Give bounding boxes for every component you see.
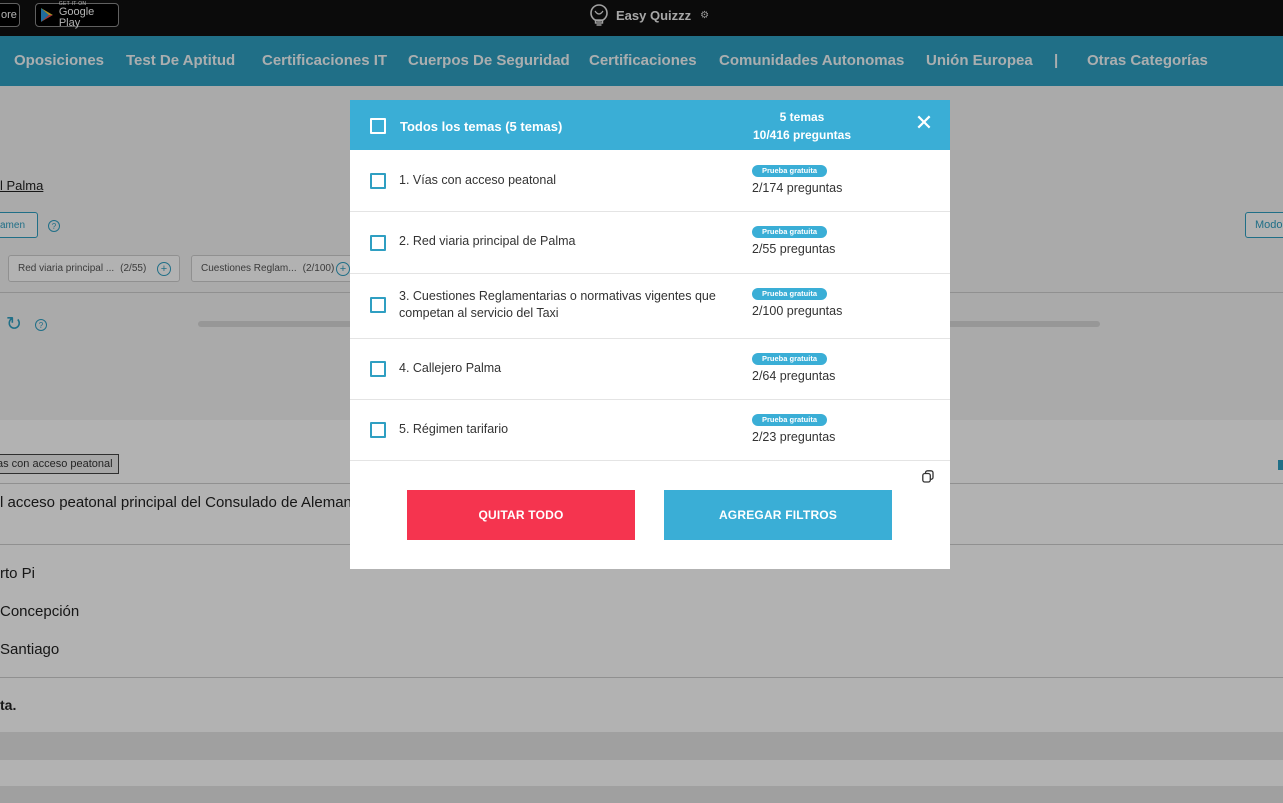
topic-checkbox[interactable] [370,173,386,189]
copy-icon[interactable] [922,470,934,483]
add-filters-button[interactable]: AGREGAR FILTROS [664,490,892,540]
header-temas: 5 temas [779,110,825,124]
topics-filter-modal: Todos los temas (5 temas) 5 temas 10/416… [350,100,950,569]
topic-question-count: 2/23 preguntas [752,430,836,444]
topic-row[interactable]: 5. Régimen tarifario Prueba gratuita 2/2… [350,400,950,461]
topic-question-count: 2/174 preguntas [752,181,843,195]
free-trial-badge: Prueba gratuita [752,353,828,365]
topic-title: 5. Régimen tarifario [399,422,509,436]
topic-row[interactable]: 2. Red viaria principal de Palma Prueba … [350,212,950,274]
free-trial-badge: Prueba gratuita [752,226,828,238]
select-all-label: Todos los temas (5 temas) [400,119,563,134]
topic-title: 2. Red viaria principal de Palma [399,234,576,248]
header-summary: 5 temas 10/416 preguntas [718,108,886,144]
topic-title: 3. Cuestiones Reglamentarias o normativa… [399,289,716,320]
modal-header: Todos los temas (5 temas) 5 temas 10/416… [350,100,950,150]
free-trial-badge: Prueba gratuita [752,165,828,177]
topic-title: 4. Callejero Palma [399,361,502,375]
topic-checkbox[interactable] [370,361,386,377]
close-icon[interactable]: ✕ [914,112,934,134]
topic-row[interactable]: 1. Vías con acceso peatonal Prueba gratu… [350,150,950,212]
remove-all-label: QUITAR TODO [478,508,564,522]
topic-checkbox[interactable] [370,297,386,313]
header-preguntas: 10/416 preguntas [752,128,852,142]
topic-row[interactable]: 4. Callejero Palma Prueba gratuita 2/64 … [350,339,950,400]
topic-question-count: 2/55 preguntas [752,242,836,256]
topic-checkbox[interactable] [370,422,386,438]
free-trial-badge: Prueba gratuita [752,414,828,426]
topic-question-count: 2/100 preguntas [752,304,843,318]
select-all-checkbox[interactable] [370,118,386,134]
topic-question-count: 2/64 preguntas [752,369,836,383]
free-trial-badge: Prueba gratuita [752,288,828,300]
topic-row[interactable]: 3. Cuestiones Reglamentarias o normativa… [350,274,950,339]
topic-checkbox[interactable] [370,235,386,251]
add-filters-label: AGREGAR FILTROS [718,508,838,522]
remove-all-button[interactable]: QUITAR TODO [407,490,635,540]
topic-title: 1. Vías con acceso peatonal [399,173,557,187]
